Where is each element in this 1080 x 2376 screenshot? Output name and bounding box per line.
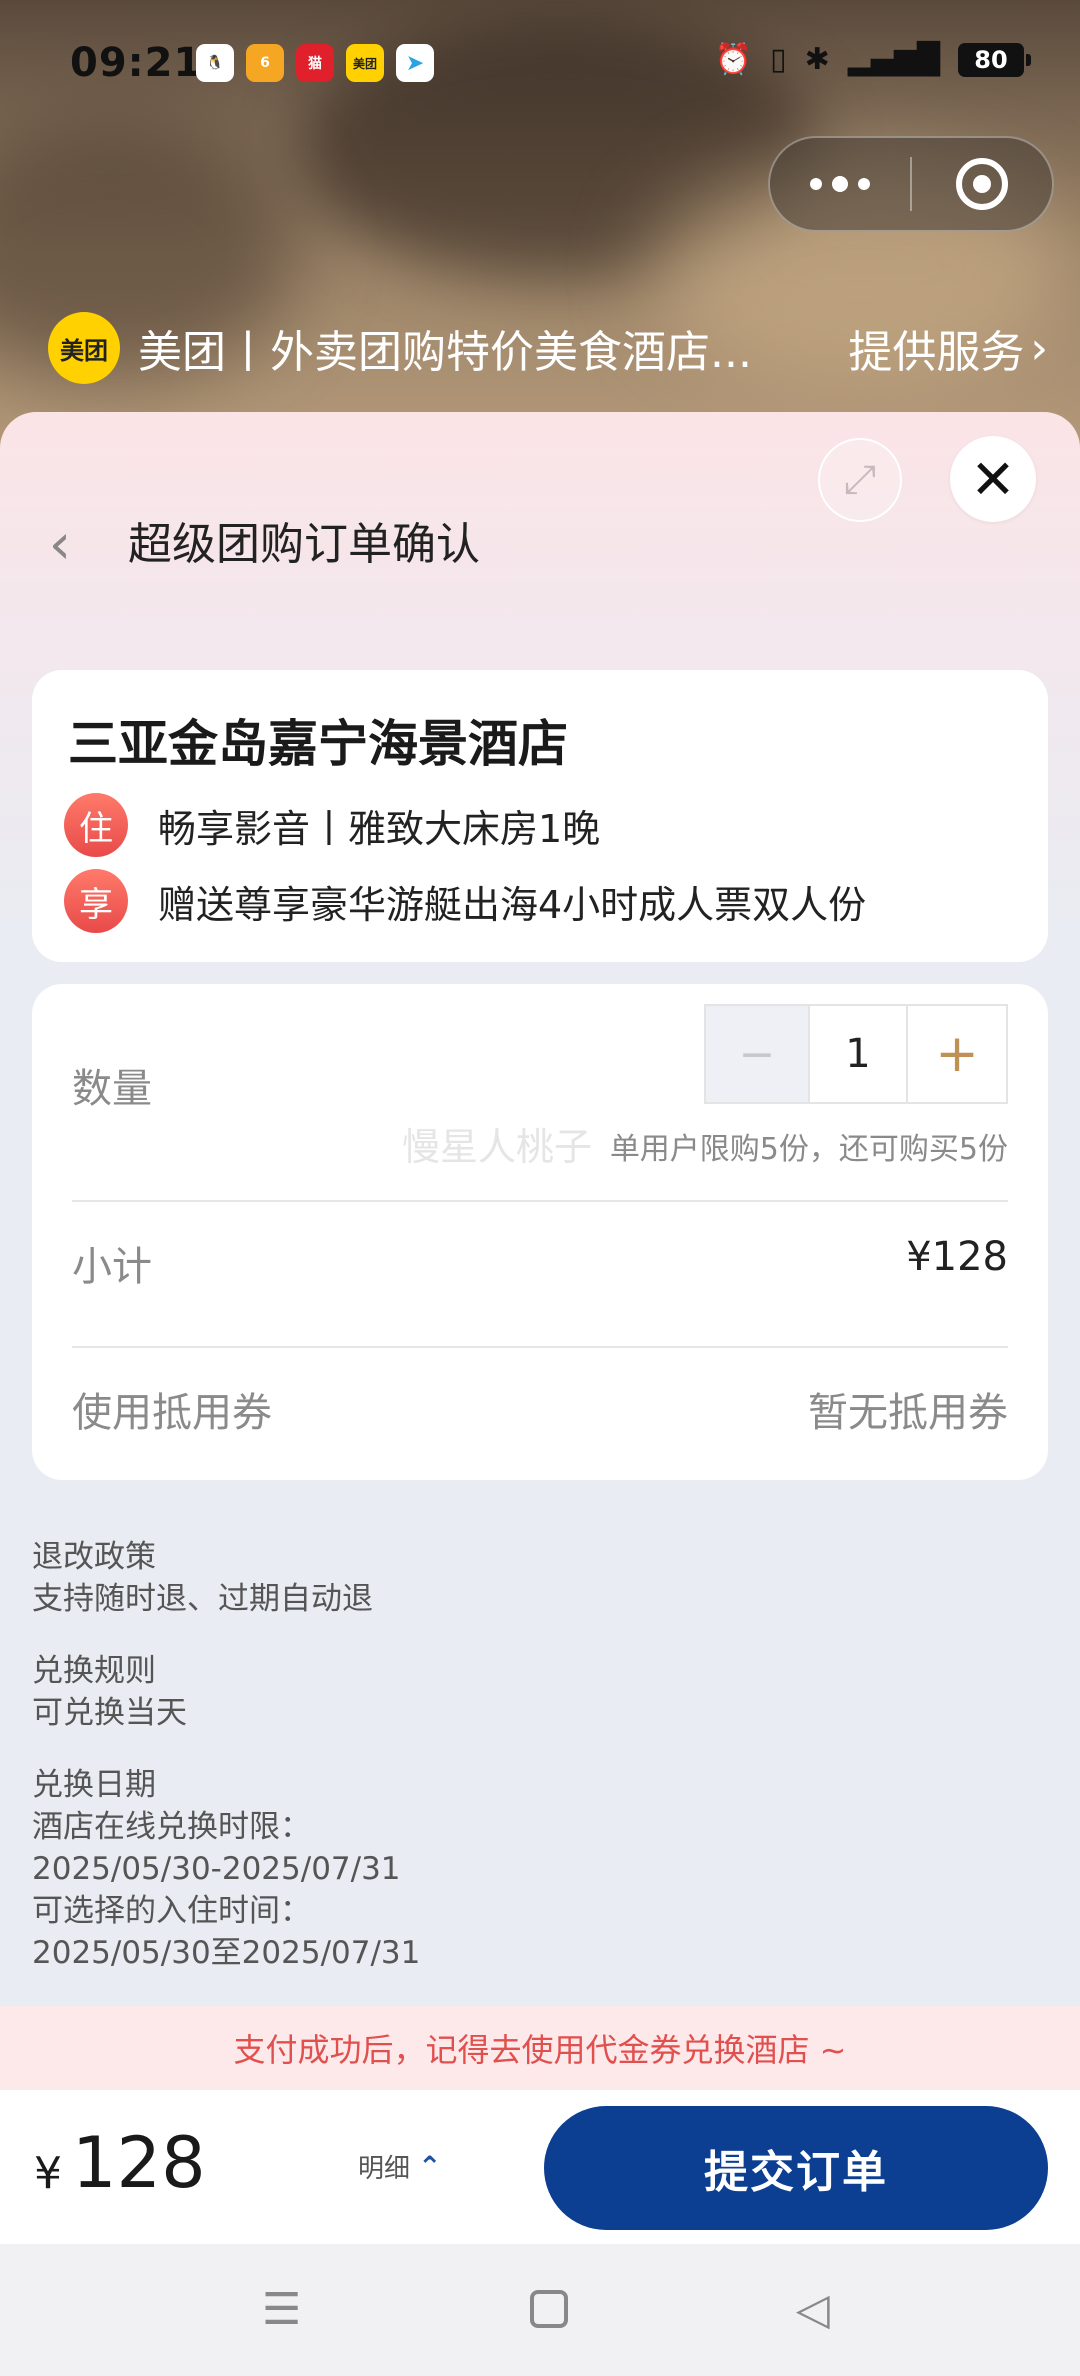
perk-enjoy-text: 赠送尊享豪华游艇出海4小时成人票双人份 (158, 882, 867, 927)
notification-icons: 🐧 6 猫 美团 ➤ (196, 44, 434, 82)
back-nav-icon[interactable]: ◁ (796, 2284, 830, 2335)
taobao-618-icon: 6 (246, 44, 284, 82)
service-provider-label: 提供服务 (848, 327, 1025, 378)
telegram-icon: ➤ (396, 44, 434, 82)
quantity-value[interactable]: 1 (808, 1006, 908, 1102)
plus-icon: + (935, 1024, 979, 1084)
total-price: 128 (72, 2122, 206, 2204)
quantity-label: 数量 (72, 1066, 152, 1112)
exchange-rules: 兑换规则 可兑换当天 (32, 1650, 1032, 1734)
refund-policy: 退改政策 支持随时退、过期自动退 (32, 1536, 1032, 1620)
exit-mini-program-button[interactable] (912, 158, 1052, 210)
perk-stay: 住 畅享影音丨雅致大床房1晚 (64, 792, 600, 858)
order-details-card: 数量 − 1 + 慢星人桃子 单用户限购5份，还可购买5份 小计 ¥128 使用… (32, 984, 1048, 1480)
system-navigation-bar: ☰ ◁ (0, 2244, 1080, 2376)
merchant-bar[interactable]: 美团 美团丨外卖团购特价美食酒店... 提供服务 › (48, 310, 1048, 386)
payment-tip-banner: 支付成功后，记得去使用代金券兑换酒店 ~ (0, 2006, 1080, 2090)
qq-icon: 🐧 (196, 44, 234, 82)
more-dots-icon (832, 176, 848, 192)
meituan-logo: 美团 (48, 312, 120, 384)
currency-symbol: ¥ (34, 2148, 62, 2199)
alarm-icon: ⏰ (714, 42, 753, 77)
watermark-text: 慢星人桃子 (402, 1125, 593, 1169)
expand-button[interactable]: ⤢ (818, 438, 902, 522)
close-icon: ✕ (970, 447, 1016, 511)
close-button[interactable]: ✕ (950, 436, 1036, 522)
mini-program-capsule (768, 136, 1054, 232)
status-time: 09:21 (70, 40, 203, 86)
order-sheet: ⤢ ✕ ‹ 超级团购订单确认 三亚金岛嘉宁海景酒店 住 畅享影音丨雅致大床房1晚… (0, 412, 1080, 2244)
exchange-date-title: 兑换日期 (32, 1767, 156, 1803)
exchange-date-line: 可选择的入住时间： (32, 1893, 311, 1929)
exchange-date-line: 2025/05/30至2025/07/31 (32, 1935, 421, 1971)
expand-icon: ⤢ (844, 457, 876, 503)
minus-icon: − (738, 1028, 776, 1080)
purchase-limit-note: 单用户限购5份，还可购买5份 (609, 1132, 1008, 1167)
exchange-rules-title: 兑换规则 (32, 1653, 156, 1689)
more-dots-icon (810, 178, 822, 190)
target-icon (955, 158, 1008, 210)
home-icon[interactable] (530, 2290, 568, 2328)
meituan-icon: 美团 (346, 44, 384, 82)
chevron-up-icon: ⌃ (418, 2150, 442, 2183)
status-bar: 09:21 🐧 6 猫 美团 ➤ ⏰ ▯ ✱ ▂▄▆█ 80 (0, 0, 1080, 130)
subtotal-label: 小计 (72, 1244, 152, 1290)
back-button[interactable]: ‹ (30, 504, 90, 584)
subtotal-value: ¥128 (906, 1234, 1008, 1280)
vibrate-icon: ▯ (770, 42, 787, 77)
price-detail-label: 明细 (358, 2154, 411, 2184)
coupon-value[interactable]: 暂无抵用券 (808, 1380, 1008, 1438)
checkout-bar: ¥ 128 明细 ⌃ 提交订单 (0, 2090, 1080, 2244)
price-detail-toggle[interactable]: 明细 ⌃ (358, 2148, 441, 2185)
exchange-rules-text: 可兑换当天 (32, 1695, 187, 1731)
hotel-card: 三亚金岛嘉宁海景酒店 住 畅享影音丨雅致大床房1晚 享 赠送尊享豪华游艇出海4小… (32, 670, 1048, 962)
submit-order-button[interactable]: 提交订单 (544, 2106, 1048, 2230)
exchange-date-line: 酒店在线兑换时限： (32, 1809, 311, 1845)
more-options-button[interactable] (770, 176, 910, 192)
enjoy-badge-icon: 享 (64, 869, 128, 933)
divider (72, 1200, 1008, 1202)
refund-policy-text: 支持随时退、过期自动退 (32, 1581, 373, 1617)
perk-stay-text: 畅享影音丨雅致大床房1晚 (158, 806, 601, 851)
refund-policy-title: 退改政策 (32, 1539, 156, 1575)
bluetooth-icon: ✱ (804, 42, 830, 77)
perk-enjoy: 享 赠送尊享豪华游艇出海4小时成人票双人份 (64, 868, 866, 934)
more-dots-icon (858, 178, 870, 190)
page-title: 超级团购订单确认 (128, 519, 480, 570)
coupon-label[interactable]: 使用抵用券 (72, 1380, 272, 1438)
stay-badge-icon: 住 (64, 793, 128, 857)
chevron-right-icon: › (1030, 322, 1048, 374)
merchant-name: 美团丨外卖团购特价美食酒店... (138, 327, 752, 378)
exchange-date: 兑换日期 酒店在线兑换时限： 2025/05/30-2025/07/31 可选择… (32, 1764, 1032, 1974)
exchange-date-line: 2025/05/30-2025/07/31 (32, 1851, 401, 1887)
increase-quantity-button[interactable]: + (908, 1006, 1006, 1102)
divider (72, 1346, 1008, 1348)
tmall-618-icon: 猫 (296, 44, 334, 82)
status-right: ⏰ ▯ ✱ ▂▄▆█ 80 (714, 42, 1031, 77)
decrease-quantity-button[interactable]: − (706, 1006, 808, 1102)
recent-apps-icon[interactable]: ☰ (262, 2284, 301, 2335)
quantity-stepper: − 1 + (704, 1004, 1008, 1104)
hotel-name: 三亚金岛嘉宁海景酒店 (68, 715, 568, 773)
5g-signal-icon: ▂▄▆█ (847, 42, 940, 77)
battery-indicator: 80 (958, 42, 1031, 77)
chevron-left-icon: ‹ (48, 511, 72, 577)
